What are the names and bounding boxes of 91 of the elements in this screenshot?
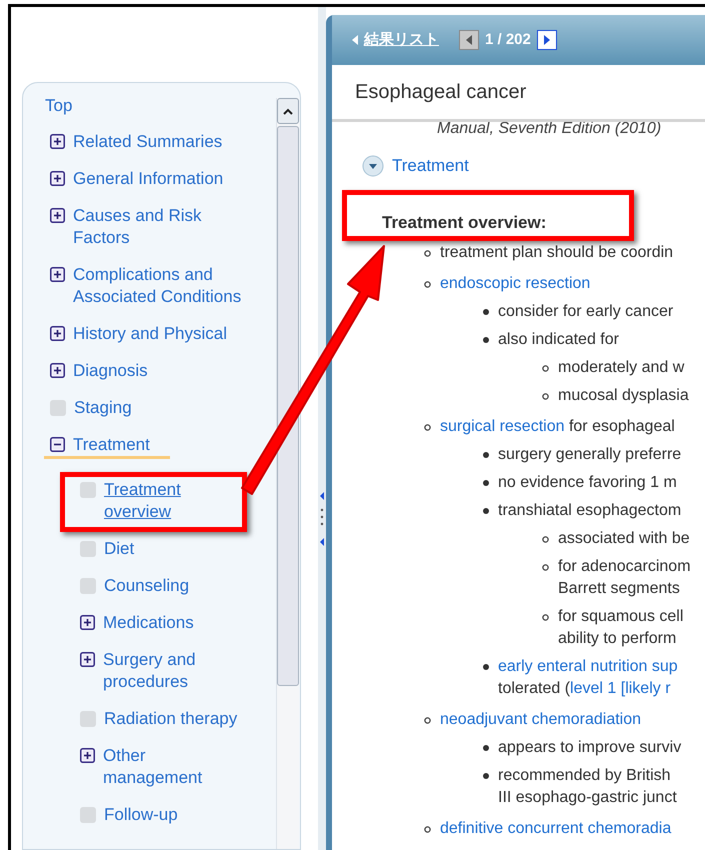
dot-bullet-icon (483, 308, 489, 314)
ring-bullet-icon (424, 716, 431, 724)
outline-text: for squamous cell (558, 606, 684, 626)
nav-link[interactable]: Follow-up (104, 804, 178, 826)
expand-icon[interactable] (80, 748, 95, 763)
outline-text: moderately and w (558, 358, 684, 378)
outline-text: also indicated for (498, 330, 619, 350)
outline-text: Barrett segments (558, 578, 680, 598)
section-link[interactable]: Treatment (392, 153, 469, 178)
collapse-left-icon[interactable] (319, 490, 325, 546)
pane-splitter[interactable] (318, 7, 326, 850)
nav-link[interactable]: Treatment (73, 434, 150, 456)
outline-text: treatment plan should be coordin (440, 242, 674, 262)
nav-link[interactable]: Radiation therapy (104, 708, 238, 730)
nav-link[interactable]: Related Summaries (73, 131, 222, 153)
text-link[interactable]: neoadjuvant chemoradiation (440, 708, 642, 730)
next-icon (544, 35, 550, 45)
dot-bullet-icon (483, 480, 489, 486)
nav-link[interactable]: General Information (73, 168, 224, 190)
expand-icon[interactable] (80, 652, 95, 667)
text-link[interactable]: level 1 [likely r (570, 678, 671, 700)
top-link[interactable]: Top (45, 95, 276, 117)
nav-link[interactable]: Medications (103, 612, 194, 634)
dot-bullet-icon (483, 452, 489, 458)
expand-icon[interactable] (50, 326, 65, 341)
ring-bullet-icon (424, 250, 431, 256)
text-link[interactable]: early enteral nutrition sup (498, 656, 678, 678)
back-arrow-icon (352, 35, 358, 45)
dot-bullet-icon (483, 772, 489, 778)
leaf-icon (80, 541, 96, 557)
nav-link[interactable]: Surgery and procedures (103, 649, 239, 693)
dot-bullet-icon (483, 664, 489, 670)
outline-text: surgery generally preferre (498, 444, 682, 464)
previous-icon (466, 35, 472, 45)
outline-text: tolerated ( (498, 678, 570, 698)
ring-bullet-icon (424, 424, 431, 430)
expand-icon[interactable] (50, 363, 65, 378)
ring-bullet-icon (424, 280, 431, 288)
outline-text: consider for early cancer (498, 302, 674, 322)
leaf-icon (80, 807, 96, 823)
scroll-up-button[interactable] (277, 98, 299, 124)
outline-text: mucosal dysplasia (558, 386, 689, 406)
outline-text: for esophageal (568, 416, 675, 436)
next-button[interactable] (536, 30, 557, 50)
expand-icon[interactable] (80, 615, 95, 630)
leaf-icon (80, 578, 96, 594)
nav-link[interactable]: Treatment overview (104, 479, 240, 523)
ring-bullet-icon (542, 364, 549, 372)
section-heading: Treatment overview: (381, 212, 548, 234)
outline-text: recommended by British (498, 766, 671, 786)
ring-bullet-icon (542, 614, 549, 620)
ring-bullet-icon (542, 392, 549, 400)
nav-link[interactable]: Diagnosis (73, 360, 148, 382)
outline-text: associated with be (558, 528, 690, 548)
leaf-icon (80, 711, 96, 727)
scroll-thumb[interactable] (277, 126, 299, 686)
collapse-icon[interactable] (50, 437, 65, 452)
nav-link[interactable]: History and Physical (73, 323, 228, 345)
ring-bullet-icon (424, 826, 431, 832)
ring-bullet-icon (542, 564, 549, 570)
outline-text: ability to perform (558, 628, 676, 648)
section-toggle-icon[interactable] (362, 154, 384, 177)
outline-text: for adenocarcinom (558, 556, 691, 576)
outline-text: appears to improve surviv (498, 738, 682, 758)
nav-link[interactable]: Counseling (104, 575, 190, 597)
leaf-icon (50, 400, 66, 416)
nav-link[interactable]: Causes and Risk Factors (73, 205, 258, 249)
dot-bullet-icon (483, 336, 489, 342)
expand-icon[interactable] (50, 134, 65, 149)
leaf-icon (80, 482, 96, 498)
page-counter: 1 / 202 (485, 30, 531, 50)
result-list-link[interactable]: 結果リスト (364, 28, 439, 52)
outline-text: transhiatal esophagectom (498, 500, 682, 520)
dot-bullet-icon (483, 744, 489, 750)
nav-link[interactable]: Diet (104, 538, 134, 560)
expand-icon[interactable] (50, 171, 65, 186)
caret-up-icon (283, 108, 293, 114)
document-title: Esophageal cancer (355, 80, 526, 105)
ring-bullet-icon (542, 536, 549, 542)
outline-text: no evidence favoring 1 m (498, 472, 677, 492)
scrollbar[interactable] (276, 98, 299, 849)
expand-icon[interactable] (50, 267, 65, 282)
dot-bullet-icon (483, 508, 489, 514)
text-link[interactable]: surgical resection (440, 416, 564, 438)
text-link[interactable]: definitive concurrent chemoradia (440, 818, 672, 840)
nav-link[interactable]: Complications and Associated Conditions (73, 264, 258, 308)
nav-link[interactable]: Staging (74, 397, 132, 419)
text-link[interactable]: endoscopic resection (440, 272, 590, 294)
nav-link[interactable]: Other management (103, 745, 239, 789)
expand-icon[interactable] (50, 208, 65, 223)
outline-text: III esophago-gastric junct (498, 788, 677, 808)
